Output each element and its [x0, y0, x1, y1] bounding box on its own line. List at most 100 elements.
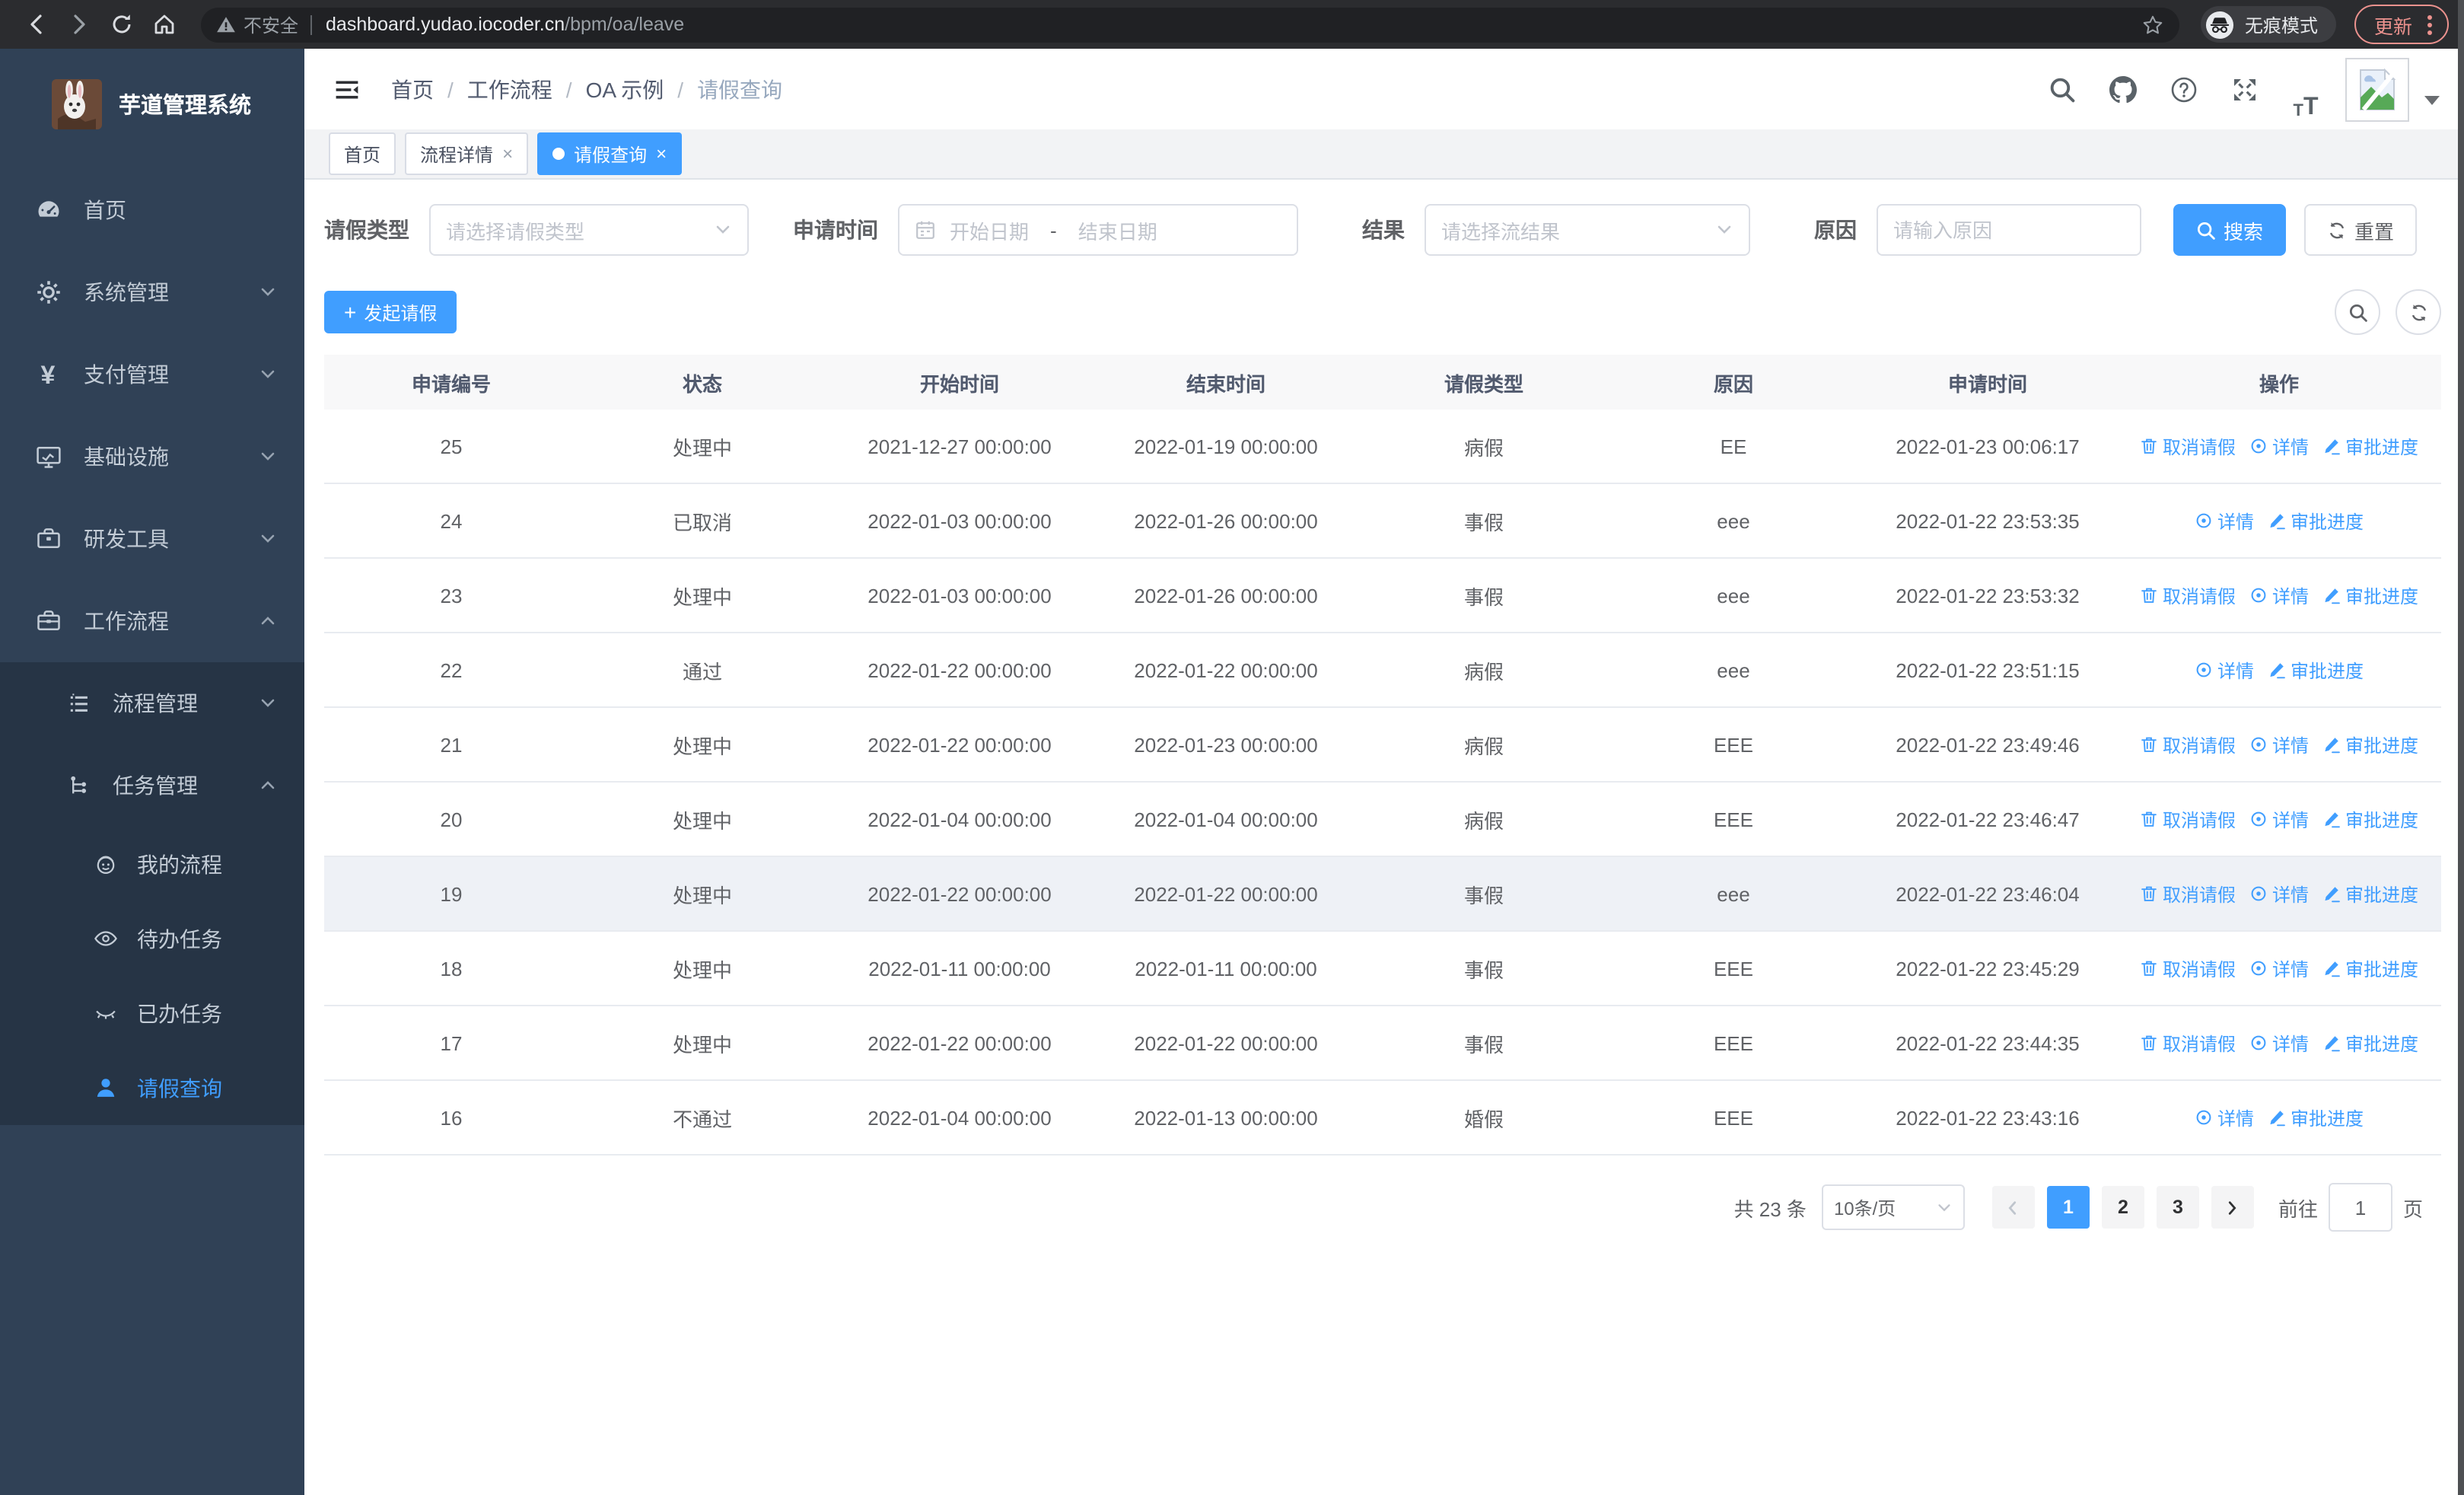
- approval-progress-link[interactable]: 审批进度: [2322, 1030, 2418, 1056]
- create-leave-button[interactable]: + 发起请假: [324, 291, 457, 333]
- app-logo[interactable]: 芋道管理系统: [0, 49, 304, 151]
- font-size-icon[interactable]: TT: [2275, 59, 2336, 120]
- leave-type-select[interactable]: 请选择请假类型: [429, 204, 749, 256]
- sidebar-item-process-mgmt[interactable]: 流程管理: [0, 662, 304, 744]
- search-button[interactable]: 搜索: [2173, 204, 2287, 256]
- detail-link[interactable]: 详情: [2249, 582, 2309, 608]
- sidebar-item-leave-query[interactable]: 请假查询: [0, 1050, 304, 1125]
- approval-progress-link[interactable]: 审批进度: [2268, 1105, 2364, 1130]
- pen-icon: [2269, 513, 2285, 530]
- approval-progress-link[interactable]: 审批进度: [2322, 582, 2418, 608]
- refresh-table-button[interactable]: [2396, 289, 2441, 335]
- cell-status: 处理中: [578, 1006, 826, 1081]
- reset-button[interactable]: 重置: [2304, 204, 2418, 256]
- breadcrumb-workflow[interactable]: 工作流程: [467, 74, 552, 104]
- detail-link[interactable]: 详情: [2195, 508, 2254, 534]
- sidebar-item-workflow[interactable]: 工作流程: [0, 580, 304, 662]
- approval-progress-link[interactable]: 审批进度: [2322, 955, 2418, 981]
- goto-page-input[interactable]: [2328, 1183, 2392, 1232]
- bookmark-star-icon[interactable]: [2141, 13, 2164, 36]
- reason-label: 原因: [1814, 218, 1857, 242]
- detail-link[interactable]: 详情: [2249, 881, 2309, 907]
- tag-leave-query[interactable]: 请假查询 ×: [537, 132, 683, 175]
- leave-type-placeholder: 请选择请假类型: [446, 220, 585, 243]
- detail-link[interactable]: 详情: [2249, 955, 2309, 981]
- help-icon[interactable]: [2154, 59, 2214, 120]
- page-button-2[interactable]: 2: [2101, 1186, 2144, 1229]
- detail-link[interactable]: 详情: [2195, 1105, 2254, 1130]
- back-icon[interactable]: [21, 9, 52, 40]
- sidebar-item-payment[interactable]: ¥ 支付管理: [0, 333, 304, 416]
- approval-progress-link[interactable]: 审批进度: [2268, 508, 2364, 534]
- approval-progress-link[interactable]: 审批进度: [2322, 806, 2418, 832]
- sidebar-item-system[interactable]: 系统管理: [0, 251, 304, 333]
- forward-icon[interactable]: [64, 9, 94, 40]
- sidebar-item-label: 首页: [84, 198, 126, 222]
- cancel-leave-link[interactable]: 取消请假: [2140, 955, 2236, 981]
- incognito-badge: 无痕模式: [2200, 6, 2336, 43]
- detail-link[interactable]: 详情: [2195, 657, 2254, 683]
- breadcrumb-home[interactable]: 首页: [391, 74, 434, 104]
- apply-time-range-picker[interactable]: 开始日期 - 结束日期: [898, 204, 1298, 256]
- sidebar-toggle-icon[interactable]: [330, 72, 364, 106]
- prev-page-button[interactable]: [1991, 1186, 2035, 1229]
- yen-icon: ¥: [40, 360, 56, 389]
- leave-type-label: 请假类型: [324, 218, 409, 242]
- cancel-leave-link[interactable]: 取消请假: [2140, 433, 2236, 459]
- home-icon[interactable]: [149, 9, 180, 40]
- sidebar-item-done-tasks[interactable]: 已办任务: [0, 976, 304, 1050]
- page-size-select[interactable]: 10条/页: [1821, 1184, 1965, 1230]
- close-icon[interactable]: ×: [502, 143, 513, 164]
- cell-status: 不通过: [578, 1080, 826, 1156]
- breadcrumb-separator: /: [565, 77, 572, 101]
- detail-link[interactable]: 详情: [2249, 732, 2309, 757]
- browser-menu-icon[interactable]: [2427, 14, 2432, 34]
- close-icon[interactable]: ×: [656, 143, 667, 164]
- detail-link[interactable]: 详情: [2249, 1030, 2309, 1056]
- cancel-leave-link[interactable]: 取消请假: [2140, 732, 2236, 757]
- cancel-leave-link[interactable]: 取消请假: [2140, 1030, 2236, 1056]
- sidebar-item-home[interactable]: 首页: [0, 169, 304, 251]
- cell-start: 2022-01-03 00:00:00: [826, 558, 1093, 633]
- next-page-button[interactable]: [2211, 1186, 2254, 1229]
- tag-process-detail[interactable]: 流程详情 ×: [405, 132, 529, 175]
- result-select[interactable]: 请选择流结果: [1425, 204, 1750, 256]
- result-placeholder: 请选择流结果: [1441, 220, 1561, 243]
- github-icon[interactable]: [2093, 59, 2154, 120]
- url-host: dashboard.yudao.iocoder.cn: [326, 14, 565, 35]
- page-content: 请假类型 请选择请假类型 申请时间 开始日期 - 结束日期 结果 请选择流结果: [304, 180, 2464, 1495]
- detail-icon: [2196, 1110, 2211, 1125]
- page-button-3[interactable]: 3: [2156, 1186, 2199, 1229]
- cell-applied: 2022-01-22 23:45:29: [1858, 931, 2117, 1006]
- chevron-up-icon: [259, 612, 277, 630]
- approval-progress-link[interactable]: 审批进度: [2268, 657, 2364, 683]
- reload-icon[interactable]: [107, 9, 137, 40]
- cell-reason: eee: [1609, 856, 1858, 932]
- cancel-leave-link[interactable]: 取消请假: [2140, 881, 2236, 907]
- search-icon[interactable]: [2032, 59, 2093, 120]
- cancel-leave-link[interactable]: 取消请假: [2140, 582, 2236, 608]
- detail-link[interactable]: 详情: [2249, 433, 2309, 459]
- sidebar-item-devtools[interactable]: 研发工具: [0, 498, 304, 580]
- sidebar-item-my-process[interactable]: 我的流程: [0, 827, 304, 901]
- approval-progress-link[interactable]: 审批进度: [2322, 881, 2418, 907]
- start-date-placeholder: 开始日期: [950, 220, 1030, 243]
- breadcrumb-oa-example[interactable]: OA 示例: [586, 74, 664, 104]
- address-bar[interactable]: 不安全 dashboard.yudao.iocoder.cn /bpm/oa/l…: [201, 7, 2179, 42]
- approval-progress-link[interactable]: 审批进度: [2322, 732, 2418, 757]
- sidebar-item-task-mgmt[interactable]: 任务管理: [0, 744, 304, 827]
- cell-status: 处理中: [578, 558, 826, 633]
- sidebar-item-infra[interactable]: 基础设施: [0, 416, 304, 498]
- tag-home[interactable]: 首页: [329, 132, 396, 175]
- sidebar-item-todo-tasks[interactable]: 待办任务: [0, 901, 304, 976]
- browser-update-button[interactable]: 更新: [2354, 5, 2449, 44]
- fullscreen-icon[interactable]: [2214, 59, 2275, 120]
- detail-link[interactable]: 详情: [2249, 806, 2309, 832]
- page-button-1[interactable]: 1: [2046, 1186, 2090, 1229]
- approval-progress-link[interactable]: 审批进度: [2322, 433, 2418, 459]
- cancel-leave-link[interactable]: 取消请假: [2140, 806, 2236, 832]
- avatar[interactable]: [2345, 57, 2409, 121]
- avatar-caret-icon[interactable]: [2424, 95, 2440, 104]
- reason-input[interactable]: [1877, 204, 2141, 256]
- toggle-search-button[interactable]: [2335, 289, 2380, 335]
